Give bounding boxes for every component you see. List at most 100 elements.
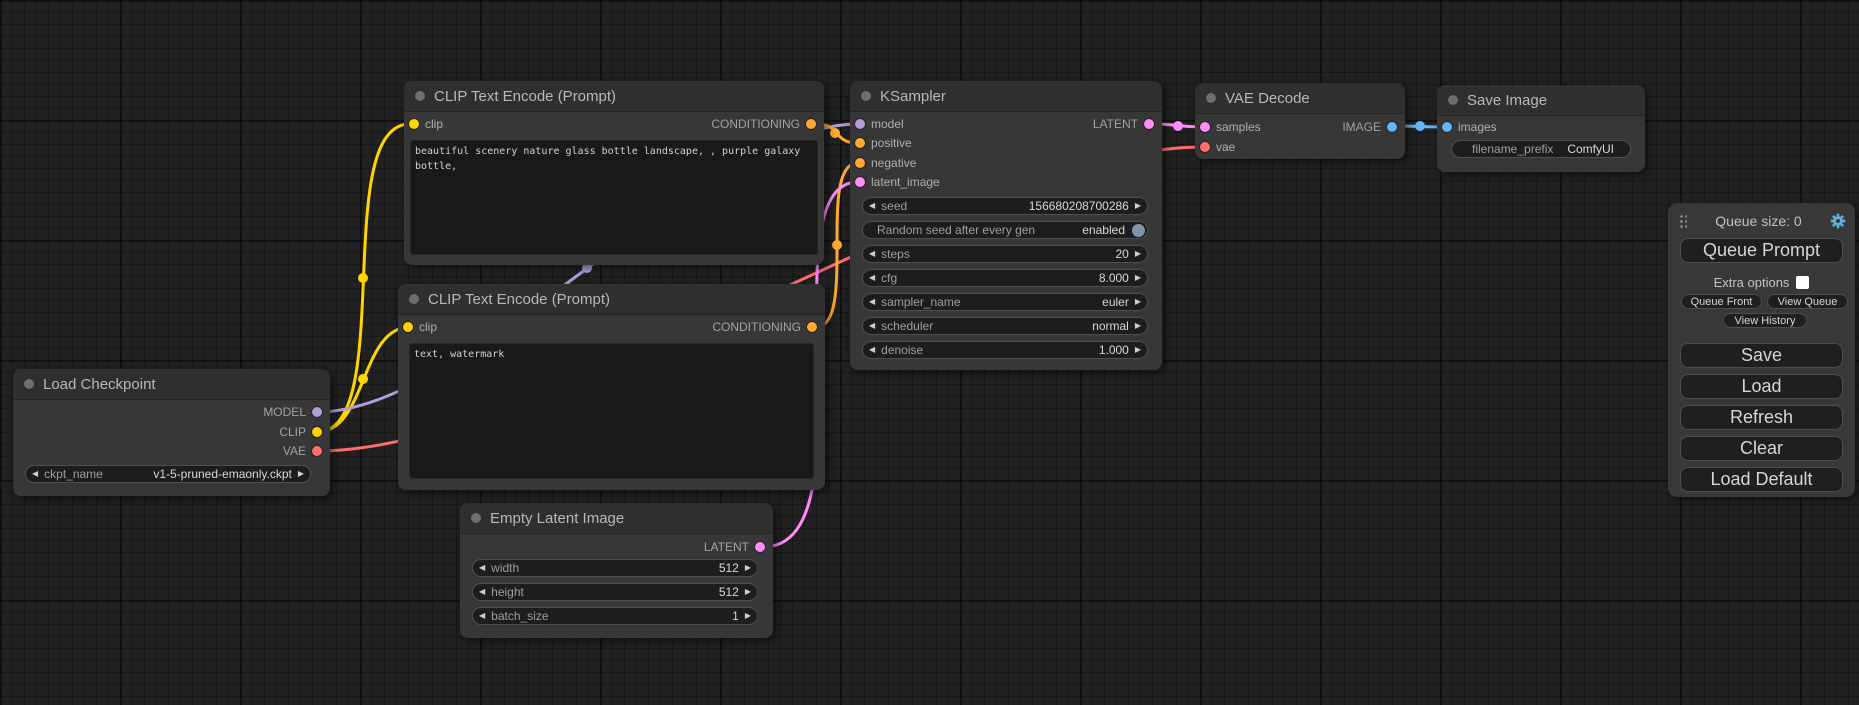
- sampler-name-widget[interactable]: ◀ sampler_name euler ▶: [862, 293, 1148, 311]
- node-title-bar[interactable]: Empty Latent Image: [460, 503, 773, 534]
- collapse-dot[interactable]: [1448, 95, 1458, 105]
- batch-size-widget[interactable]: ◀ batch_size 1 ▶: [472, 607, 758, 625]
- node-vae-decode[interactable]: VAE Decode samples IMAGE vae: [1195, 83, 1405, 159]
- prev-arrow-icon[interactable]: ◀: [473, 583, 491, 601]
- next-arrow-icon[interactable]: ▶: [292, 465, 310, 483]
- node-clip-text-encode-positive[interactable]: CLIP Text Encode (Prompt) clip CONDITION…: [404, 81, 824, 265]
- filename-prefix-widget[interactable]: filename_prefix ComfyUI: [1451, 140, 1631, 158]
- node-ksampler[interactable]: KSampler model LATENT positive negative …: [850, 81, 1162, 370]
- next-arrow-icon[interactable]: ▶: [739, 607, 757, 625]
- node-clip-text-encode-negative[interactable]: CLIP Text Encode (Prompt) clip CONDITION…: [398, 284, 825, 490]
- next-arrow-icon[interactable]: ▶: [1129, 245, 1147, 263]
- output-slot-conditioning[interactable]: [806, 119, 816, 129]
- wire-dot: [1415, 121, 1425, 131]
- prev-arrow-icon[interactable]: ◀: [863, 293, 881, 311]
- steps-widget[interactable]: ◀ steps 20 ▶: [862, 245, 1148, 263]
- widget-value: 512: [719, 585, 739, 599]
- next-arrow-icon[interactable]: ▶: [1129, 269, 1147, 287]
- prev-arrow-icon[interactable]: ◀: [26, 465, 44, 483]
- seed-widget[interactable]: ◀ seed 156680208700286 ▶: [862, 197, 1148, 215]
- output-slot-conditioning[interactable]: [807, 322, 817, 332]
- input-label-latent-image: latent_image: [871, 175, 940, 189]
- negative-prompt-textarea[interactable]: text, watermark: [409, 343, 814, 479]
- ckpt-name-widget[interactable]: ◀ ckpt_name v1-5-pruned-emaonly.ckpt ▶: [25, 465, 311, 483]
- wire-dot: [832, 240, 842, 250]
- node-title-bar[interactable]: Save Image: [1437, 85, 1645, 116]
- output-label-conditioning: CONDITIONING: [712, 320, 801, 334]
- next-arrow-icon[interactable]: ▶: [1129, 197, 1147, 215]
- input-slot-vae[interactable]: [1200, 142, 1210, 152]
- next-arrow-icon[interactable]: ▶: [1129, 317, 1147, 335]
- next-arrow-icon[interactable]: ▶: [739, 583, 757, 601]
- denoise-widget[interactable]: ◀ denoise 1.000 ▶: [862, 341, 1148, 359]
- clear-button[interactable]: Clear: [1680, 436, 1843, 461]
- collapse-dot[interactable]: [24, 379, 34, 389]
- input-slot-model[interactable]: [855, 119, 865, 129]
- input-slot-images[interactable]: [1442, 122, 1452, 132]
- prev-arrow-icon[interactable]: ◀: [863, 269, 881, 287]
- widget-value: v1-5-pruned-emaonly.ckpt: [153, 467, 292, 481]
- next-arrow-icon[interactable]: ▶: [1129, 341, 1147, 359]
- prev-arrow-icon[interactable]: ◀: [863, 245, 881, 263]
- prev-arrow-icon[interactable]: ◀: [473, 559, 491, 577]
- drag-handle-icon[interactable]: [1679, 214, 1687, 228]
- queue-prompt-button[interactable]: Queue Prompt: [1680, 238, 1843, 263]
- output-slot-latent[interactable]: [1144, 119, 1154, 129]
- output-slot-image[interactable]: [1387, 122, 1397, 132]
- output-slot-vae[interactable]: [312, 446, 322, 456]
- node-empty-latent-image[interactable]: Empty Latent Image LATENT ◀ width 512 ▶ …: [460, 503, 773, 638]
- random-seed-toggle-widget[interactable]: Random seed after every gen enabled: [862, 221, 1148, 239]
- queue-front-button[interactable]: Queue Front: [1681, 294, 1762, 309]
- next-arrow-icon[interactable]: ▶: [1129, 293, 1147, 311]
- prev-arrow-icon[interactable]: ◀: [473, 607, 491, 625]
- output-label-model: MODEL: [263, 405, 306, 419]
- cfg-widget[interactable]: ◀ cfg 8.000 ▶: [862, 269, 1148, 287]
- load-button[interactable]: Load: [1680, 374, 1843, 399]
- widget-value: 8.000: [1099, 271, 1129, 285]
- collapse-dot[interactable]: [409, 294, 419, 304]
- widget-label: Random seed after every gen: [877, 223, 1035, 237]
- collapse-dot[interactable]: [861, 91, 871, 101]
- next-arrow-icon[interactable]: ▶: [739, 559, 757, 577]
- input-slot-latent-image[interactable]: [855, 177, 865, 187]
- node-graph-canvas[interactable]: Load Checkpoint MODEL CLIP VAE ◀ ckpt_na…: [0, 0, 1859, 705]
- widget-value: 20: [1115, 247, 1128, 261]
- toggle-dot[interactable]: [1132, 224, 1145, 237]
- output-slot-model[interactable]: [312, 407, 322, 417]
- node-title-bar[interactable]: Load Checkpoint: [13, 369, 330, 400]
- output-slot-clip[interactable]: [312, 427, 322, 437]
- node-title-bar[interactable]: CLIP Text Encode (Prompt): [398, 284, 825, 315]
- save-button[interactable]: Save: [1680, 343, 1843, 368]
- input-slot-negative[interactable]: [855, 158, 865, 168]
- widget-label: batch_size: [491, 609, 548, 623]
- scheduler-widget[interactable]: ◀ scheduler normal ▶: [862, 317, 1148, 335]
- load-default-button[interactable]: Load Default: [1680, 467, 1843, 492]
- view-history-button[interactable]: View History: [1723, 313, 1807, 328]
- input-slot-clip[interactable]: [403, 322, 413, 332]
- collapse-dot[interactable]: [1206, 93, 1216, 103]
- prev-arrow-icon[interactable]: ◀: [863, 197, 881, 215]
- positive-prompt-textarea[interactable]: beautiful scenery nature glass bottle la…: [410, 140, 818, 255]
- node-title-bar[interactable]: KSampler: [850, 81, 1162, 112]
- collapse-dot[interactable]: [415, 91, 425, 101]
- node-title-bar[interactable]: CLIP Text Encode (Prompt): [404, 81, 824, 112]
- input-slot-clip[interactable]: [409, 119, 419, 129]
- output-slot-latent[interactable]: [755, 542, 765, 552]
- view-queue-button[interactable]: View Queue: [1767, 294, 1848, 309]
- node-save-image[interactable]: Save Image images filename_prefix ComfyU…: [1437, 85, 1645, 172]
- node-title: KSampler: [880, 88, 946, 105]
- extra-options-checkbox[interactable]: [1796, 276, 1809, 289]
- widget-value: 1.000: [1099, 343, 1129, 357]
- collapse-dot[interactable]: [471, 513, 481, 523]
- refresh-button[interactable]: Refresh: [1680, 405, 1843, 430]
- node-load-checkpoint[interactable]: Load Checkpoint MODEL CLIP VAE ◀ ckpt_na…: [13, 369, 330, 496]
- input-slot-samples[interactable]: [1200, 122, 1210, 132]
- prev-arrow-icon[interactable]: ◀: [863, 341, 881, 359]
- height-widget[interactable]: ◀ height 512 ▶: [472, 583, 758, 601]
- node-title-bar[interactable]: VAE Decode: [1195, 83, 1405, 114]
- input-slot-positive[interactable]: [855, 138, 865, 148]
- width-widget[interactable]: ◀ width 512 ▶: [472, 559, 758, 577]
- widget-value: 1: [732, 609, 739, 623]
- settings-gear-icon[interactable]: [1830, 213, 1846, 229]
- prev-arrow-icon[interactable]: ◀: [863, 317, 881, 335]
